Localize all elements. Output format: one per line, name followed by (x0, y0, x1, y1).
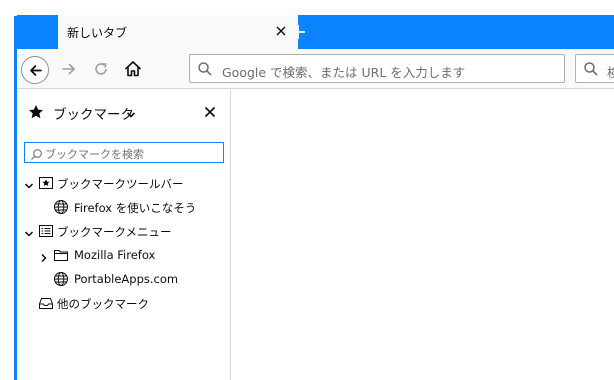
tree-item-bookmarks-menu[interactable]: ブックマークメニュー (17, 220, 227, 242)
url-bar[interactable]: Google で検索、または URL を入力します (189, 54, 565, 83)
search-icon (30, 146, 43, 160)
bookmark-search-placeholder: ブックマークを検索 (45, 148, 144, 161)
home-button[interactable] (121, 57, 145, 81)
search-bar[interactable]: 検 (575, 54, 614, 83)
new-tab-button[interactable] (287, 21, 309, 43)
tab-title: 新しいタブ (67, 26, 128, 40)
bookmarks-sidebar: ブックマーク ブックマークを検索 ブックマークツールバー Firefox を使い… (17, 90, 231, 380)
url-bar-placeholder: Google で検索、または URL を入力します (222, 65, 466, 80)
navigation-toolbar: Google で検索、または URL を入力します 検 (17, 49, 614, 89)
folder-icon (53, 247, 69, 263)
globe-icon (53, 199, 69, 215)
tree-item-other-bookmarks[interactable]: 他のブックマーク (17, 292, 227, 314)
bookmark-search-input[interactable]: ブックマークを検索 (24, 142, 224, 163)
close-sidebar-icon[interactable] (203, 104, 217, 118)
globe-icon (53, 271, 69, 287)
tree-item-bookmarks-toolbar[interactable]: ブックマークツールバー (17, 172, 227, 194)
tree-item-mozilla-firefox[interactable]: Mozilla Firefox (17, 244, 227, 266)
back-button[interactable] (21, 56, 49, 84)
tree-item-label: 他のブックマーク (57, 297, 149, 311)
bookmark-menu-icon (38, 223, 54, 239)
tree-item-label: PortableApps.com (74, 272, 179, 286)
chevron-down-icon[interactable] (23, 177, 35, 189)
bookmark-toolbar-icon (38, 175, 54, 191)
tree-item-label: ブックマークメニュー (57, 225, 172, 239)
browser-window: 新しいタブ Google で検索、または URL を入力します ブックマーク ブ… (0, 0, 614, 380)
reload-button[interactable] (89, 57, 113, 81)
search-icon (583, 61, 599, 77)
search-bar-placeholder: 検 (607, 62, 614, 81)
search-icon (197, 61, 213, 77)
sidebar-header: ブックマーク (17, 90, 231, 134)
tree-item-label: ブックマークツールバー (57, 177, 184, 191)
tab-bar: 新しいタブ (17, 15, 614, 49)
forward-button[interactable] (57, 57, 81, 81)
page-content-area[interactable] (232, 90, 614, 380)
tab-new-tab[interactable]: 新しいタブ (58, 15, 298, 49)
chevron-right-icon[interactable] (38, 249, 50, 263)
tree-item-firefox-guide[interactable]: Firefox を使いこなそう (17, 196, 227, 218)
chevron-down-icon[interactable] (125, 106, 137, 118)
tree-item-portableapps[interactable]: PortableApps.com (17, 268, 227, 290)
sidebar-title[interactable]: ブックマーク (53, 103, 134, 123)
other-bookmarks-icon (38, 295, 54, 311)
tree-item-label: Mozilla Firefox (74, 248, 156, 262)
star-icon (28, 104, 44, 120)
chevron-down-icon[interactable] (23, 225, 35, 237)
tree-item-label: Firefox を使いこなそう (74, 201, 197, 215)
